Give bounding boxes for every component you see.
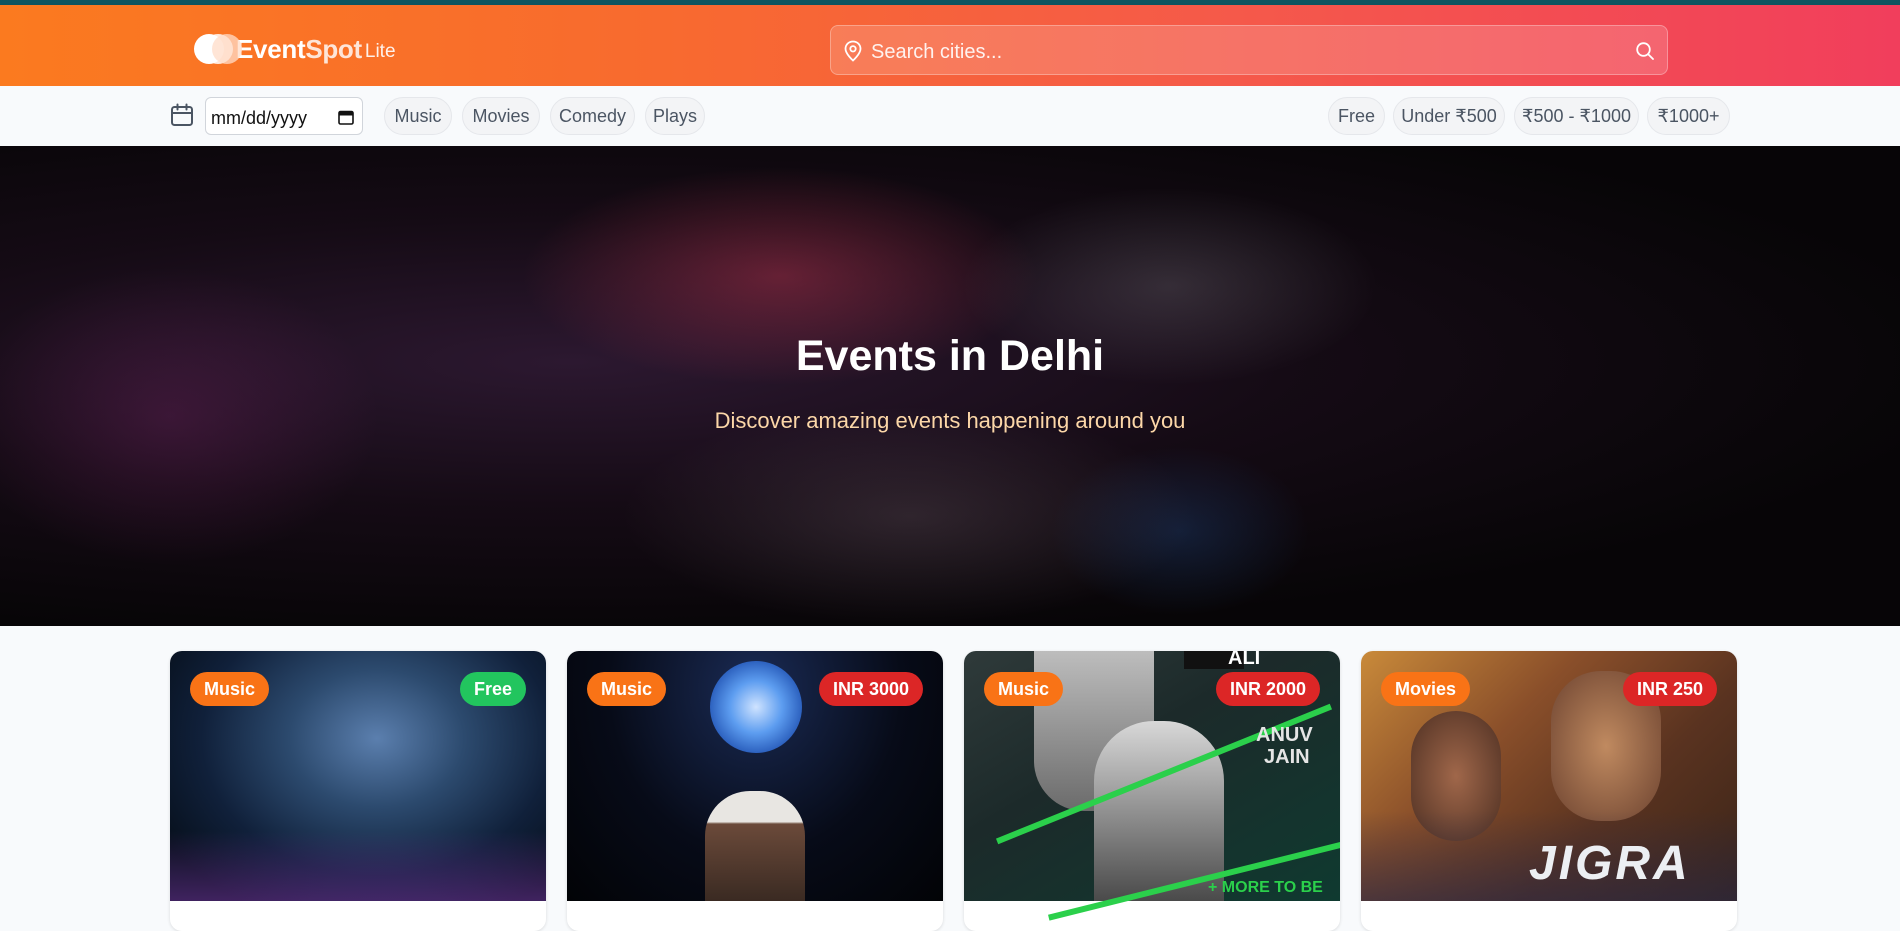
poster-title: JIGRA	[1529, 837, 1691, 890]
filter-bar: mm/dd/yyyy Music Movies Comedy Plays Fre…	[0, 86, 1900, 147]
search-icon[interactable]	[1635, 41, 1655, 61]
category-chip-plays[interactable]: Plays	[645, 97, 705, 135]
date-placeholder: mm/dd/yyyy	[211, 108, 308, 128]
price-badge: INR 3000	[818, 672, 923, 706]
price-badge: INR 2000	[1215, 672, 1320, 706]
event-card[interactable]: JIGRA Movies INR 250	[1361, 651, 1737, 931]
event-card[interactable]: ALI ANUV JAIN + MORE TO BE Music INR 200…	[964, 651, 1340, 931]
category-badge: Music	[190, 672, 270, 706]
logo[interactable]: EventSpot Lite	[194, 31, 396, 67]
category-chip-comedy[interactable]: Comedy	[550, 97, 635, 135]
poster-text: + MORE TO BE	[1208, 879, 1323, 896]
price-chip-1000-plus[interactable]: ₹1000+	[1647, 97, 1730, 135]
price-chip-500-1000[interactable]: ₹500 - ₹1000	[1514, 97, 1639, 135]
logo-suffix: Lite	[364, 41, 396, 62]
price-badge: INR 250	[1622, 672, 1717, 706]
event-card[interactable]: Music INR 3000	[567, 651, 943, 931]
chip-label: Comedy	[558, 106, 627, 126]
search-placeholder: Search cities...	[871, 41, 1003, 63]
logo-mark-icon	[194, 34, 242, 64]
logo-text-accent: Spot	[305, 33, 362, 64]
hero-subtitle: Discover amazing events happening around…	[714, 408, 1186, 433]
calendar-icon	[171, 103, 193, 126]
price-chip-free[interactable]: Free	[1328, 97, 1385, 135]
category-badge: Music	[587, 672, 667, 706]
calendar-small-icon[interactable]	[338, 109, 354, 125]
hero-stage-lights	[1050, 446, 1310, 616]
chip-label: Free	[1337, 106, 1375, 126]
chip-label: ₹1000+	[1657, 106, 1720, 126]
poster-text: ALI	[1228, 651, 1261, 669]
logo-text: EventSpot	[236, 34, 362, 65]
chip-label: Movies	[472, 106, 530, 126]
logo-text-main: Event	[236, 33, 306, 64]
hero-title: Events in Delhi	[795, 332, 1105, 380]
poster-text: JAIN	[1264, 746, 1310, 768]
price-chip-under-500[interactable]: Under ₹500	[1393, 97, 1505, 135]
poster-text: ANUV	[1256, 724, 1313, 746]
hero-banner: Events in Delhi Discover amazing events …	[0, 146, 1900, 626]
category-badge: Movies	[1381, 672, 1471, 706]
category-badge: Music	[984, 672, 1064, 706]
price-badge: Free	[459, 672, 526, 706]
map-pin-icon	[844, 40, 862, 62]
category-chip-music[interactable]: Music	[384, 97, 452, 135]
date-filter-input[interactable]: mm/dd/yyyy	[205, 97, 363, 135]
chip-label: Music	[394, 106, 442, 126]
category-chip-movies[interactable]: Movies	[462, 97, 540, 135]
header: EventSpot Lite Search cities...	[0, 5, 1900, 86]
city-search-input[interactable]: Search cities...	[830, 25, 1668, 75]
chip-label: Under ₹500	[1401, 106, 1497, 126]
event-card[interactable]: Music Free	[170, 651, 546, 931]
chip-label: Plays	[652, 106, 697, 126]
chip-label: ₹500 - ₹1000	[1522, 106, 1631, 126]
